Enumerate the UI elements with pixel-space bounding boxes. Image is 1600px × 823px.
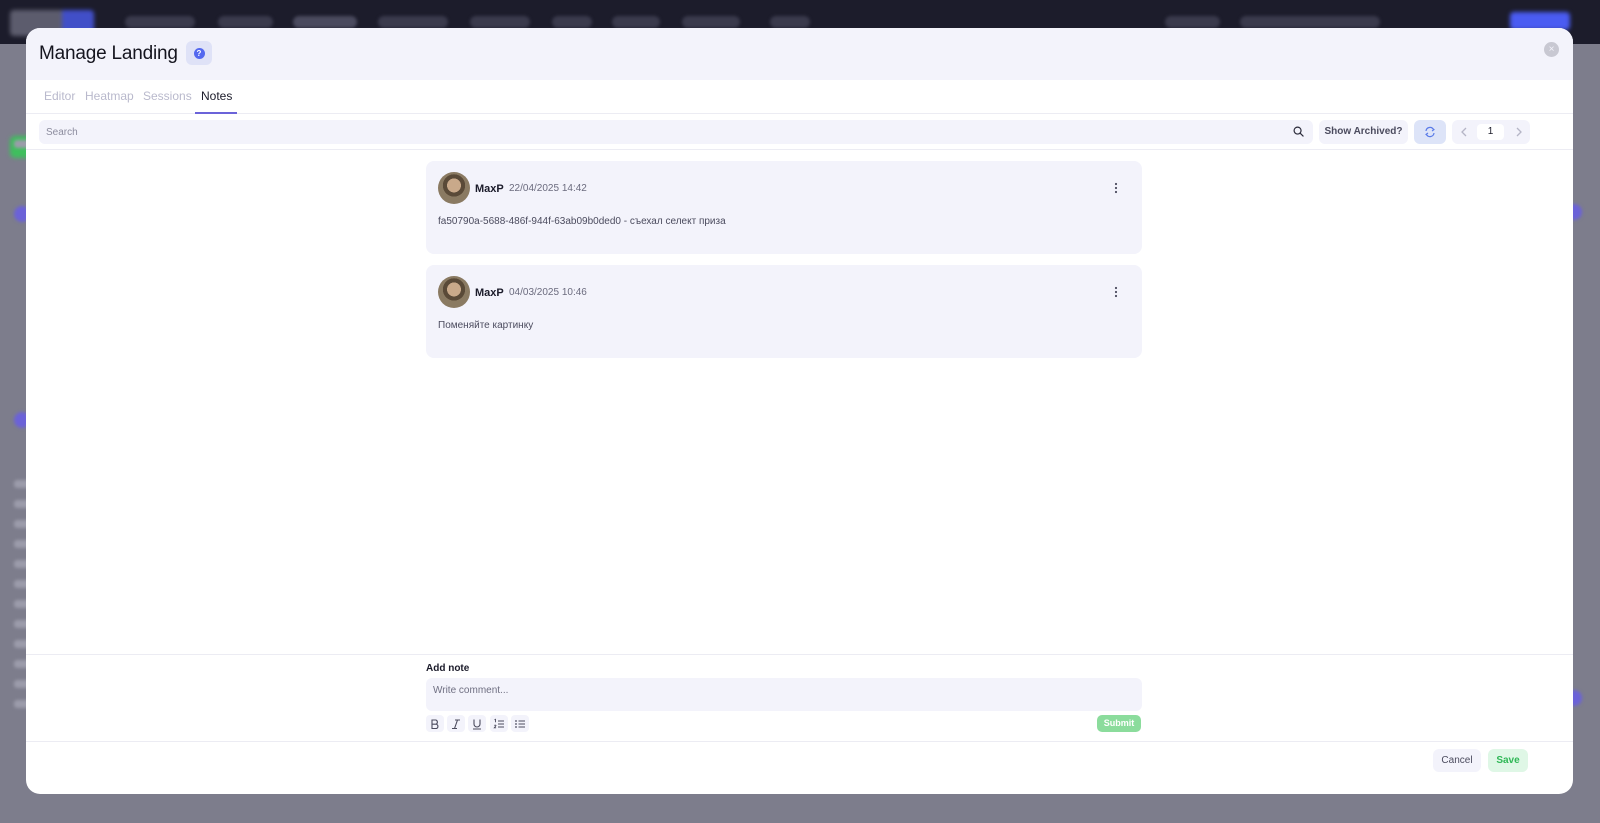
background-nav-item <box>218 16 273 28</box>
bold-icon <box>431 718 439 729</box>
note-author: MaxP <box>475 287 504 299</box>
more-options-icon[interactable] <box>1111 181 1121 195</box>
refresh-icon <box>1425 126 1435 138</box>
bold-button[interactable] <box>426 715 444 732</box>
help-icon: ? <box>193 47 205 59</box>
tab-editor[interactable]: Editor <box>44 89 75 103</box>
underline-icon <box>473 719 481 730</box>
italic-button[interactable] <box>447 715 465 732</box>
comment-input[interactable] <box>426 678 1142 711</box>
search-icon[interactable] <box>1293 126 1304 137</box>
note-text: fa50790a-5688-486f-944f-63ab09b0ded0 - с… <box>438 216 726 227</box>
background-nav-item <box>770 16 810 28</box>
notes-toolbar: Show Archived? 1 <box>26 114 1573 150</box>
cancel-button[interactable]: Cancel <box>1433 749 1481 772</box>
italic-icon <box>452 718 460 729</box>
background-nav-item <box>682 16 740 28</box>
underline-button[interactable] <box>468 715 486 732</box>
manage-landing-modal: Manage Landing ? × Editor Heatmap Sessio… <box>26 28 1573 794</box>
chevron-left-icon[interactable] <box>1457 124 1471 140</box>
note-text: Поменяйте картинку <box>438 320 534 331</box>
tab-sessions[interactable]: Sessions <box>143 89 192 103</box>
refresh-button[interactable] <box>1414 120 1446 144</box>
background-nav-item <box>612 16 660 28</box>
chevron-right-icon[interactable] <box>1512 124 1526 140</box>
background-nav-item <box>1240 16 1380 28</box>
bullet-list-button[interactable] <box>511 715 529 732</box>
submit-button[interactable]: Submit <box>1097 715 1141 732</box>
avatar <box>438 276 470 308</box>
note-card: MaxP 22/04/2025 14:42 fa50790a-5688-486f… <box>426 161 1142 254</box>
background-nav-item <box>125 16 195 28</box>
bullet-list-icon <box>515 719 525 728</box>
footer-divider <box>26 741 1573 742</box>
ordered-list-button[interactable] <box>490 715 508 732</box>
pagination: 1 <box>1452 120 1530 144</box>
modal-title: Manage Landing <box>39 43 178 64</box>
note-date: 22/04/2025 14:42 <box>509 183 587 194</box>
modal-header: Manage Landing ? × <box>26 28 1573 80</box>
close-icon[interactable]: × <box>1544 42 1559 57</box>
more-options-icon[interactable] <box>1111 285 1121 299</box>
show-archived-button[interactable]: Show Archived? <box>1319 120 1408 144</box>
note-author: MaxP <box>475 183 504 195</box>
background-nav-item <box>1165 16 1220 28</box>
tab-notes[interactable]: Notes <box>201 89 232 103</box>
search-input[interactable] <box>39 120 1313 144</box>
background-nav-item <box>293 16 357 28</box>
ordered-list-icon <box>493 718 504 728</box>
background-nav-item <box>378 16 448 28</box>
background-nav-item <box>470 16 530 28</box>
save-button[interactable]: Save <box>1488 749 1528 772</box>
add-note-label: Add note <box>426 663 470 674</box>
note-date: 04/03/2025 10:46 <box>509 287 587 298</box>
avatar <box>438 172 470 204</box>
tab-bar: Editor Heatmap Sessions Notes <box>26 80 1573 114</box>
help-button[interactable]: ? <box>186 41 212 65</box>
tab-heatmap[interactable]: Heatmap <box>85 89 134 103</box>
page-number[interactable]: 1 <box>1477 124 1504 140</box>
background-nav-item <box>552 16 592 28</box>
note-card: MaxP 04/03/2025 10:46 Поменяйте картинку <box>426 265 1142 358</box>
composer-divider <box>26 654 1573 655</box>
